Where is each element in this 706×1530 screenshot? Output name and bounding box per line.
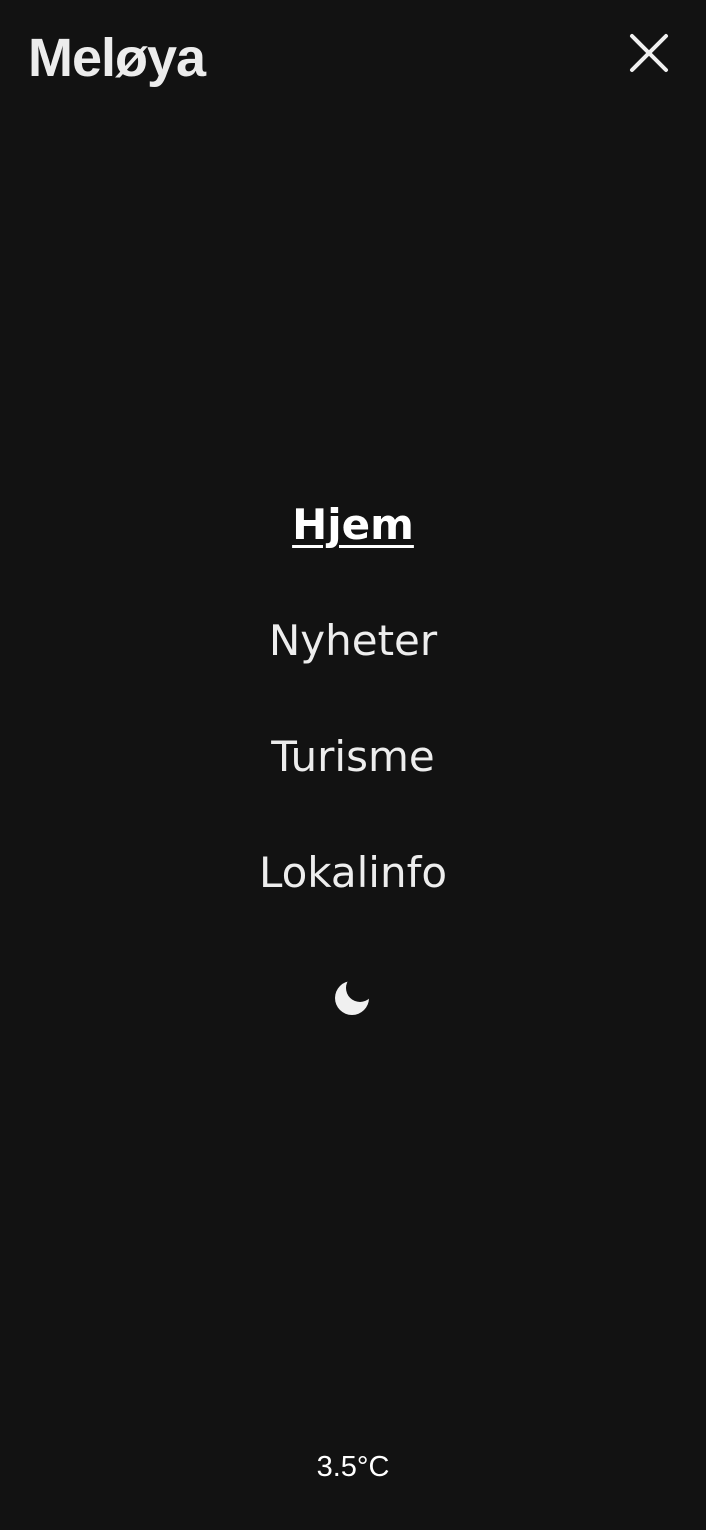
close-menu-button[interactable] [622,26,676,80]
menu-item-turisme[interactable]: Turisme [0,722,706,838]
dark-mode-toggle[interactable] [333,978,373,1018]
menu-list-item: Hjem [0,490,706,606]
menu-list-item: Lokalinfo [0,838,706,954]
menu-item-nyheter[interactable]: Nyheter [0,606,706,722]
site-logo[interactable]: Meløya [28,28,206,88]
menu-list-item: Nyheter [0,606,706,722]
close-icon [630,34,668,72]
moon-icon [335,981,369,1015]
menu-item-hjem[interactable]: Hjem [0,490,706,606]
menu-list: Hjem Nyheter Turisme Lokalinfo [0,490,706,954]
menu-list-item: Turisme [0,722,706,838]
temperature-readout: 3.5°C [316,1451,390,1483]
menu-item-lokalinfo[interactable]: Lokalinfo [0,838,706,954]
site-header: Meløya [0,0,706,112]
